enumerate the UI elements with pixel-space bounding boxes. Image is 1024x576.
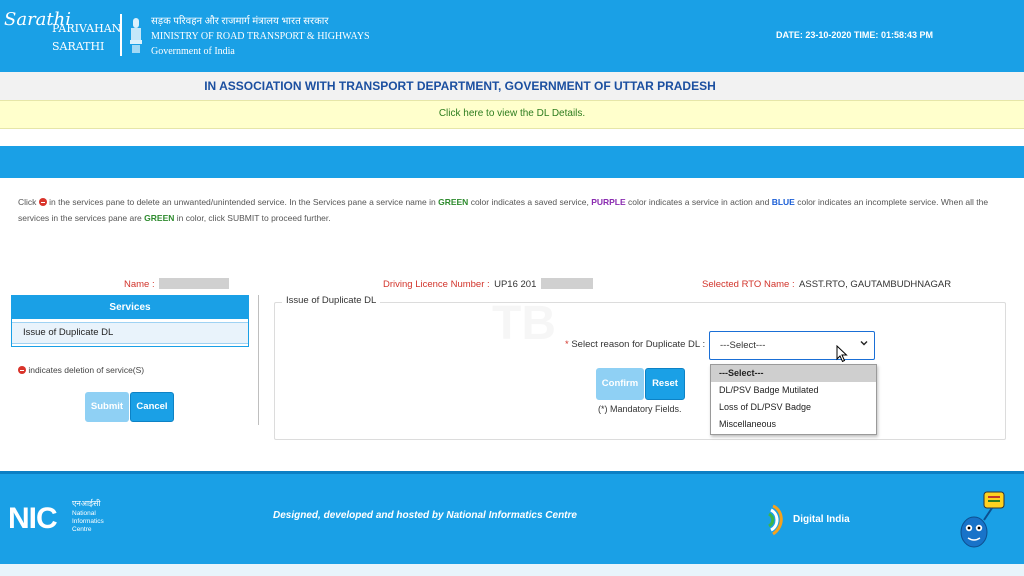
watermark: TB	[492, 296, 556, 351]
dl-details-bar: Click here to view the DL Details.	[0, 100, 1024, 129]
logo-name-line1: PARIVAHAN	[52, 22, 122, 35]
ministry-title: सड़क परिवहन और राजमार्ग मंत्रालय भारत सर…	[151, 14, 370, 59]
dl-number-value: UP16 201	[494, 279, 537, 290]
delete-icon	[38, 198, 47, 206]
sarathi-logo[interactable]: Sarathi	[4, 10, 71, 56]
time-label: TIME:	[853, 30, 879, 40]
ministry-line2: Government of India	[151, 46, 235, 57]
reason-select[interactable]: ---Select---	[709, 331, 875, 360]
national-emblem-icon	[130, 18, 142, 53]
mandatory-fields-note: (*) Mandatory Fields.	[598, 404, 682, 414]
nic-hindi: एनआईसी	[72, 499, 101, 508]
services-heading: Services	[12, 296, 248, 319]
bottom-strip	[0, 564, 1024, 576]
sarathi-logo-text: PARIVAHAN SARATHI	[52, 20, 121, 56]
dropdown-option[interactable]: Loss of DL/PSV Badge	[711, 399, 876, 416]
digital-india-text: Digital India	[793, 514, 850, 525]
digital-india-icon	[768, 504, 783, 536]
mandatory-star: *	[565, 339, 569, 350]
header-bar: Sarathi PARIVAHAN SARATHI सड़क परिवहन और…	[0, 0, 1024, 72]
cancel-button[interactable]: Cancel	[130, 392, 174, 422]
reason-label-text: Select reason for Duplicate DL :	[571, 339, 706, 350]
deletion-note: indicates deletion of service(S)	[18, 365, 144, 375]
dropdown-option[interactable]: ---Select---	[711, 365, 876, 382]
ministry-hindi: सड़क परिवहन और राजमार्ग मंत्रालय भारत सर…	[151, 16, 329, 27]
date-time: DATE: 23-10-2020 TIME: 01:58:43 PM	[776, 30, 933, 40]
instr-p6: in color, click SUBMIT to proceed furthe…	[176, 213, 331, 223]
instr-purple: PURPLE	[591, 197, 626, 207]
instr-p2: in the services pane to delete an unwant…	[49, 197, 436, 207]
digital-india-logo[interactable]: Digital India	[765, 498, 855, 542]
rto-value: ASST.RTO, GAUTAMBUDHNAGAR	[799, 279, 952, 290]
applicant-name-row: Name :	[124, 274, 230, 292]
dl-number-redacted	[540, 278, 593, 289]
instr-blue: BLUE	[771, 197, 795, 207]
vertical-divider	[258, 295, 259, 425]
instr-p1: Click	[18, 197, 37, 207]
rto-label: Selected RTO Name :	[702, 279, 795, 290]
footer: NIC एनआईसी National Informatics Centre D…	[0, 471, 1024, 564]
footer-hosted-text: Designed, developed and hosted by Nation…	[273, 510, 577, 521]
instr-p4: color indicates a service in action and	[628, 197, 770, 207]
logo-name-line2: SARATHI	[52, 40, 105, 53]
dl-number-row: Driving Licence Number : UP16 201	[383, 274, 593, 292]
mouse-cursor-icon	[836, 345, 848, 363]
delete-icon	[18, 366, 26, 374]
name-label: Name :	[124, 279, 155, 290]
reason-dropdown-list: ---Select--- DL/PSV Badge Mutilated Loss…	[710, 364, 877, 435]
confirm-button[interactable]: Confirm	[596, 368, 644, 400]
ministry-line1: MINISTRY OF ROAD TRANSPORT & HIGHWAYS	[151, 31, 370, 42]
service-item[interactable]: Issue of Duplicate DL	[12, 322, 248, 344]
submit-button[interactable]: Submit	[85, 392, 129, 422]
time-value: 01:58:43 PM	[880, 30, 933, 40]
reset-button[interactable]: Reset	[645, 368, 685, 400]
header-divider	[120, 14, 122, 56]
dropdown-option[interactable]: Miscellaneous	[711, 416, 876, 433]
reason-select-value: ---Select---	[720, 340, 766, 351]
dropdown-option[interactable]: DL/PSV Badge Mutilated	[711, 382, 876, 399]
services-pane: Services Issue of Duplicate DL	[11, 295, 249, 347]
deletion-note-text: indicates deletion of service(S)	[28, 365, 145, 375]
association-text: IN ASSOCIATION WITH TRANSPORT DEPARTMENT…	[204, 79, 716, 93]
instr-green: GREEN	[438, 197, 469, 207]
instr-p3: color indicates a saved service,	[470, 197, 589, 207]
dl-number-label: Driving Licence Number :	[383, 279, 490, 290]
reason-label: * Select reason for Duplicate DL :	[565, 339, 705, 350]
instructions-text: Click in the services pane to delete an …	[18, 194, 1010, 226]
fieldset-legend: Issue of Duplicate DL	[282, 295, 381, 306]
date-label: DATE:	[776, 30, 803, 40]
instr-green2: GREEN	[144, 213, 175, 223]
rto-row: Selected RTO Name : ASST.RTO, GAUTAMBUDH…	[702, 274, 951, 292]
name-redacted	[159, 278, 230, 289]
section-band	[0, 146, 1024, 178]
dl-details-link[interactable]: Click here to view the DL Details.	[0, 108, 1024, 119]
mascot-icon	[960, 491, 1005, 548]
chevron-down-icon	[860, 341, 868, 346]
association-strip: IN ASSOCIATION WITH TRANSPORT DEPARTMENT…	[0, 72, 1024, 100]
date-value: 23-10-2020	[805, 30, 852, 40]
